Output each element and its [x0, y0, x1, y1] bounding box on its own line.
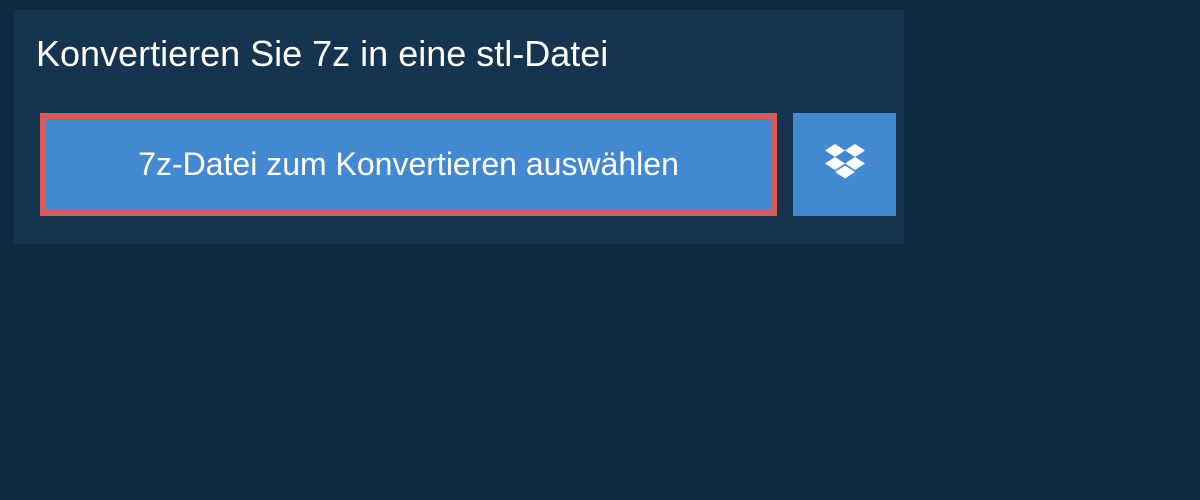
page-title: Konvertieren Sie 7z in eine stl-Datei	[36, 32, 694, 85]
dropbox-button[interactable]	[793, 113, 896, 216]
select-file-button[interactable]: 7z-Datei zum Konvertieren auswählen	[40, 113, 777, 216]
converter-panel: Konvertieren Sie 7z in eine stl-Datei 7z…	[14, 10, 904, 244]
heading-wrap: Konvertieren Sie 7z in eine stl-Datei	[14, 10, 716, 85]
button-row: 7z-Datei zum Konvertieren auswählen	[14, 85, 904, 244]
dropbox-icon	[825, 144, 865, 185]
select-file-label: 7z-Datei zum Konvertieren auswählen	[138, 146, 679, 183]
